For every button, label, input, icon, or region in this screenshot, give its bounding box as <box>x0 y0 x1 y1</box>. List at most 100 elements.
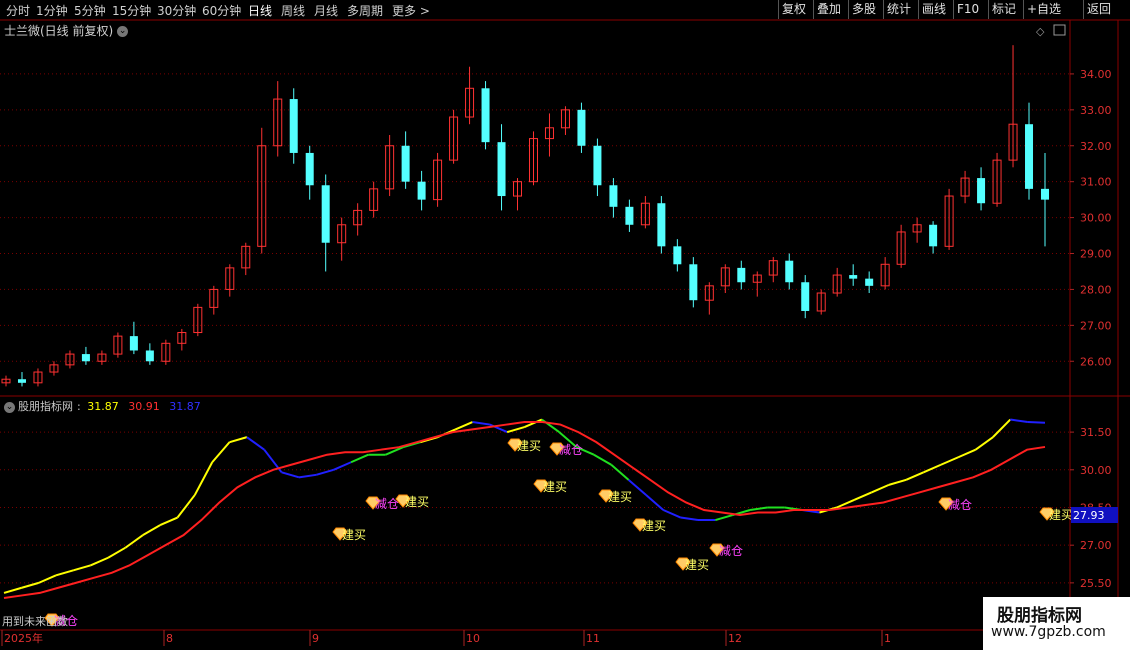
indicator-main-line <box>715 514 733 522</box>
indicator-main-line <box>316 468 334 476</box>
candle-body <box>977 178 986 204</box>
buy-signal-label: 建买 <box>405 495 429 509</box>
indicator-main-line <box>281 471 300 479</box>
indicator-tick-label: 31.50 <box>1080 426 1112 439</box>
indicator-main-line <box>124 534 144 549</box>
indicator-main-line <box>610 464 630 481</box>
indicator-main-line <box>298 473 317 479</box>
indicator-main-line <box>73 564 92 572</box>
indicator-main-line <box>680 516 699 522</box>
indicator-main-line <box>992 418 1012 438</box>
indicator-main-line <box>888 478 907 486</box>
x-axis-label: 10 <box>466 632 480 645</box>
diamond-outline-icon: ◇ <box>1036 25 1045 38</box>
candle-body <box>929 224 938 247</box>
candle-body <box>321 185 330 243</box>
indicator-main-line <box>853 491 872 501</box>
candle-body <box>129 336 138 351</box>
watermark: 股朋指标网 www.7gpzb.com <box>983 597 1130 650</box>
indicator-main-line <box>350 453 369 464</box>
indicator-main-line <box>454 421 473 431</box>
candle-body <box>401 145 410 182</box>
candle-body <box>497 142 506 197</box>
watermark-url: www.7gpzb.com <box>991 624 1106 640</box>
price-tick-label: 31.00 <box>1080 176 1112 189</box>
candle-body <box>609 185 618 207</box>
buy-signal-label: 建买 <box>642 519 666 533</box>
price-tick-label: 34.00 <box>1080 68 1112 81</box>
candle-body <box>849 275 858 279</box>
buy-signal-label: 建买 <box>685 558 709 572</box>
price-tick-label: 26.00 <box>1080 355 1112 368</box>
x-axis-label: 8 <box>166 632 173 645</box>
indicator-main-line <box>940 456 959 466</box>
indicator-main-line <box>662 509 682 519</box>
candle-body <box>1041 188 1049 200</box>
future-function-note: 用到未来函数 <box>2 615 68 628</box>
chart-canvas[interactable]: 34.00 33.00 32.00 31.00 30.00 29.00 28.00 27.00… <box>0 0 1130 650</box>
candle-body <box>689 264 698 301</box>
price-tick-label: 29.00 <box>1080 248 1112 261</box>
candle-body <box>289 99 298 153</box>
indicator-main-line <box>506 426 525 434</box>
candle-body <box>593 145 602 186</box>
indicator-main-line <box>159 516 178 526</box>
buy-signal-label: 建买 <box>342 528 366 542</box>
x-axis-label: 11 <box>586 632 600 645</box>
sell-signal-label: 减仓 <box>948 498 972 512</box>
price-tick-label: 28.00 <box>1080 283 1112 296</box>
indicator-main-line <box>593 453 612 466</box>
indicator-main-line <box>923 463 942 474</box>
candle-body <box>673 246 682 265</box>
indicator-main-line <box>193 461 214 496</box>
candle-body <box>1025 124 1034 189</box>
candle-body <box>801 282 810 311</box>
buy-signal-label: 建买 <box>1049 508 1073 522</box>
candle-body <box>305 152 314 186</box>
buy-signal-label: 建买 <box>608 490 632 504</box>
indicator-main-line <box>524 418 543 428</box>
indicator-main-line <box>107 546 126 559</box>
sell-signal-label: 减仓 <box>375 497 399 511</box>
indicator-main-line <box>333 461 352 471</box>
price-tick-label: 33.00 <box>1080 104 1112 117</box>
indicator-main-line <box>1027 421 1046 424</box>
indicator-main-line <box>38 574 57 584</box>
indicator-main-line <box>90 556 109 567</box>
window-icon <box>1053 24 1066 36</box>
price-tick-label: 32.00 <box>1080 140 1112 153</box>
candle-body <box>625 206 634 225</box>
x-axis-label: 2025年 <box>4 631 43 645</box>
indicator-tick-label: 25.50 <box>1080 577 1112 590</box>
candle-body <box>577 109 586 146</box>
indicator-main-line <box>3 586 22 594</box>
price-tick-label: 30.00 <box>1080 212 1112 225</box>
x-axis-label: 12 <box>728 632 742 645</box>
x-axis-label: 1 <box>884 632 891 645</box>
price-tick-label: 27.00 <box>1080 319 1112 332</box>
indicator-main-line <box>21 581 39 589</box>
buy-signal-label: 建买 <box>517 439 541 453</box>
indicator-main-line <box>975 436 994 451</box>
indicator-main-line <box>142 524 161 536</box>
indicator-main-line <box>472 421 490 426</box>
candle-body <box>785 260 794 283</box>
indicator-tick-label: 30.00 <box>1080 464 1112 477</box>
indicator-main-line <box>1010 418 1028 424</box>
indicator-main-line <box>905 471 924 481</box>
sell-signal-label: 减仓 <box>719 544 743 558</box>
indicator-main-line <box>176 494 196 519</box>
buy-signal-label: 建买 <box>543 480 567 494</box>
candle-body <box>865 278 874 286</box>
candle-body <box>417 181 426 200</box>
sell-signal-label: 减仓 <box>559 443 583 457</box>
indicator-main-line <box>55 569 74 577</box>
indicator-main-line <box>871 483 890 494</box>
indicator-main-line <box>229 436 248 444</box>
indicator-main-line <box>246 436 265 451</box>
watermark-title: 股朋指标网 <box>997 606 1082 626</box>
candle-body <box>17 379 26 383</box>
indicator-tick-label: 27.00 <box>1080 539 1112 552</box>
indicator-main-line <box>211 441 231 463</box>
candle-body <box>481 88 490 143</box>
